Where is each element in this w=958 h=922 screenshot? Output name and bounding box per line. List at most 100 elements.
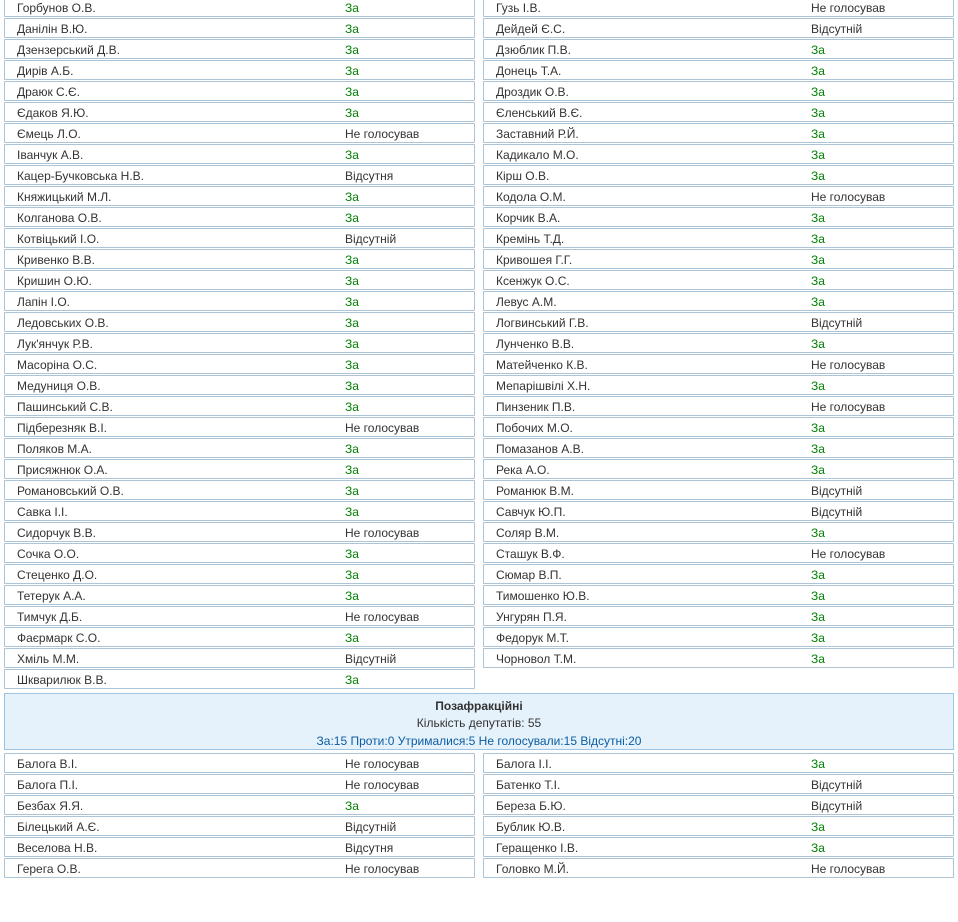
deputy-name: Донець Т.А. [496,64,562,78]
vote-value: За [811,43,825,57]
vote-value: За [345,106,359,120]
deputy-name: Федорук М.Т. [496,631,569,645]
vote-value: За [345,547,359,561]
vote-value: За [811,820,825,834]
deputy-name: Романюк В.М. [496,484,574,498]
deputy-vote-row: Присяжнюк О.А. За [4,459,475,479]
deputy-name: Балога П.І. [17,778,79,792]
vote-value: За [345,190,359,204]
deputy-name: Дроздик О.В. [496,85,569,99]
vote-value: За [345,589,359,603]
deputy-vote-row: Дзензерський Д.В. За [4,39,475,59]
deputy-vote-row: Дейдей Є.С. Відсутній [483,18,954,38]
deputy-name: Гузь І.В. [496,1,541,15]
deputy-vote-row: Лапін І.О. За [4,291,475,311]
deputy-vote-row: Герега О.В. Не голосував [4,858,475,878]
deputy-name: Масоріна О.С. [17,358,98,372]
vote-value: За [345,316,359,330]
deputy-vote-row: Княжицький М.Л. За [4,186,475,206]
deputy-vote-row: Тетерук А.А. За [4,585,475,605]
vote-value: Відсутня [345,841,394,855]
deputy-name: Помазанов А.В. [496,442,584,456]
deputy-name: Хміль М.М. [17,652,80,666]
deputy-vote-row: Дзюблик П.В. За [483,39,954,59]
deputy-vote-row: Река А.О. За [483,459,954,479]
vote-value: За [811,568,825,582]
deputy-vote-row: Побочих М.О. За [483,417,954,437]
deputy-name: Колганова О.В. [17,211,102,225]
vote-results-page: Горбунов О.В. За Данілін В.Ю. За Дзензерськи… [0,0,958,879]
deputy-name: Соляр В.М. [496,526,560,540]
nonfaction-group-header: Позафракційні Кількість депутатів: 55 За… [4,693,954,750]
vote-value: Відсутній [811,316,863,330]
deputy-vote-row: Чорновол Т.М. За [483,648,954,668]
deputy-vote-row: Савка І.І. За [4,501,475,521]
deputy-name: Данілін В.Ю. [17,22,88,36]
deputy-vote-row: Кришин О.Ю. За [4,270,475,290]
deputy-vote-row: Веселова Н.В. Відсутня [4,837,475,857]
deputy-name: Савчук Ю.П. [496,505,566,519]
deputy-name: Кришин О.Ю. [17,274,92,288]
deputy-vote-row: Шкварилюк В.В. За [4,669,475,689]
vote-value: Не голосував [811,358,886,372]
deputy-name: Єленський В.Є. [496,106,583,120]
deputy-vote-row: Балога І.І. За [483,753,954,773]
deputy-name: Фаєрмарк С.О. [17,631,101,645]
deputy-vote-row: Заставний Р.Й. За [483,123,954,143]
vote-value: Не голосував [345,862,420,876]
deputy-name: Герега О.В. [17,862,81,876]
deputy-vote-row: Балога В.І. Не голосував [4,753,475,773]
vote-value: Відсутній [811,484,863,498]
vote-value: Не голосував [345,421,420,435]
deputy-vote-row: Балога П.І. Не голосував [4,774,475,794]
deputy-name: Кривошея Г.Г. [496,253,573,267]
deputy-name: Побочих М.О. [496,421,573,435]
group-title: Позафракційні [435,699,523,713]
deputy-vote-row: Ємець Л.О. Не голосував [4,123,475,143]
deputy-name: Сюмар В.П. [496,568,562,582]
vote-value: За [811,589,825,603]
deputy-name: Батенко Т.І. [496,778,561,792]
deputy-name: Балога І.І. [496,757,552,771]
vote-value: Не голосував [345,127,420,141]
vote-value: Не голосував [345,778,420,792]
deputy-name: Логвинський Г.В. [496,316,589,330]
vote-value: За [811,757,825,771]
vote-value: Не голосував [811,1,886,15]
vote-value: Не голосував [811,862,886,876]
deputy-name: Геращенко І.В. [496,841,579,855]
deputy-vote-row: Сочка О.О. За [4,543,475,563]
deputy-name: Тетерук А.А. [17,589,86,603]
deputy-vote-row: Пашинський С.В. За [4,396,475,416]
deputy-name: Дзензерський Д.В. [17,43,120,57]
vote-value: За [811,169,825,183]
deputy-name: Кадикало М.О. [496,148,579,162]
deputy-name: Іванчук А.В. [17,148,84,162]
vote-value: За [345,484,359,498]
vote-value: Відсутній [811,799,863,813]
deputy-vote-row: Романюк В.М. Відсутній [483,480,954,500]
deputy-name: Пашинський С.В. [17,400,113,414]
nonfaction-vote-grid: Балога В.І. Не голосував Балога П.І. Не гол… [0,752,958,879]
deputy-vote-row: Батенко Т.І. Відсутній [483,774,954,794]
faction-column-left: Горбунов О.В. За Данілін В.Ю. За Дзензерськи… [0,0,479,690]
deputy-vote-row: Кодола О.М. Не голосував [483,186,954,206]
vote-value: Відсутня [345,169,394,183]
vote-value: За [811,148,825,162]
deputy-vote-row: Горбунов О.В. За [4,0,475,17]
vote-value: За [345,463,359,477]
deputy-vote-row: Федорук М.Т. За [483,627,954,647]
vote-value: За [345,631,359,645]
vote-value: За [811,631,825,645]
deputy-name: Корчик В.А. [496,211,561,225]
vote-value: За [345,442,359,456]
deputy-name: Лапін І.О. [17,295,71,309]
deputy-name: Заставний Р.Й. [496,127,579,141]
deputy-vote-row: Данілін В.Ю. За [4,18,475,38]
deputy-vote-row: Сташук В.Ф. Не голосував [483,543,954,563]
vote-value: За [345,274,359,288]
deputy-vote-row: Білецький А.Є. Відсутній [4,816,475,836]
vote-value: Відсутній [811,22,863,36]
deputy-vote-row: Кривенко В.В. За [4,249,475,269]
vote-value: За [345,64,359,78]
